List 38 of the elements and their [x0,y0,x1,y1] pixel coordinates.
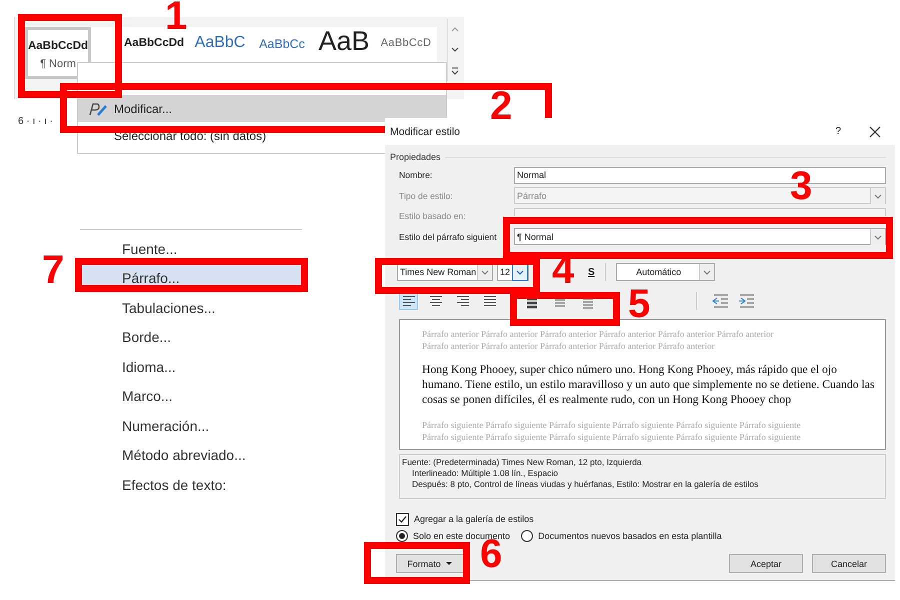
field-label: Estilo basado en: [399,211,467,222]
preview-placeholder-text: Párrafo siguiente Párrafo siguiente Párrafo siguiente Párrafo siguiente Párrafo siguiente Párrafo siguiente [422,419,802,432]
field-label: Estilo del párrafo siguient [399,232,498,242]
dropdown[interactable]: ¶ Normal [514,228,886,246]
description-line: Interlineado: Múltiple 1.08 lín., Espacio [411,468,560,479]
format-button[interactable]: Formato [396,554,464,573]
description-line: Después: 8 pto, Control de líneas viudas y huérfanas, Estilo: Mostrar en la galería de estilos [411,479,760,490]
menu-item[interactable]: Efectos de texto: [80,470,302,500]
radio-label: Documentos nuevos basados en esta plantilla [538,531,722,541]
style-preview[interactable]: AaBbCcDd ¶ Norm [25,27,91,79]
field-label: Nombre: [399,170,434,180]
ok-button[interactable]: Aceptar [729,554,803,573]
preview-placeholder-text: Párrafo anterior Párrafo anterior Párrafo anterior Párrafo anterior Párrafo anterior Párrafo anterior [422,328,775,340]
section-title: Propiedades [390,152,441,162]
dialog-title: Modificar estilo [390,126,462,138]
menu-item[interactable]: Numeración... [80,411,302,440]
menu-item[interactable]: Fuente... [80,234,302,264]
menu-item[interactable]: Método abreviado... [80,440,302,470]
callout-number: 2 [490,86,512,126]
field-label: Tipo de estilo: [399,190,454,201]
callout-number: 5 [628,284,650,324]
description-line: Fuente: (Predeterminada) Times New Roman, 12 pto, Izquierda [402,457,643,468]
color-dropdown[interactable]: Automático [616,263,715,281]
checkbox-label: Agregar a la galería de estilos [414,514,534,524]
underline-button[interactable]: S [588,266,595,278]
preview-placeholder-text: Párrafo anterior Párrafo anterior Párrafo anterior Párrafo anterior Párrafo anterior [422,340,716,352]
menu-item[interactable]: Idioma... [80,352,302,382]
radio-label: Solo en este documento [413,531,510,541]
ruler: 6 · ı · ı · [18,116,53,127]
preview-sample-text: Hong Kong Phooey, super chico número uno. Hong Kong Phooey, más rápido que el ojo humano. Tiene estilo, un estilo maravilloso y un auto que simplemente no se detiene. Cuando las cosas se ponen difíciles, él es realmente rudo, con un Hong Kong Phooey chop [422,363,875,408]
menu-item[interactable]: Marco... [80,382,302,411]
cancel-button[interactable]: Cancelar [812,554,886,573]
help-button[interactable]: ? [835,126,841,137]
menu-item[interactable]: Modificar... [78,95,446,122]
preview-placeholder-text: Párrafo siguiente Párrafo siguiente Párrafo siguiente Párrafo siguiente Párrafo siguiente Párrafo siguiente [422,431,802,444]
menu-item[interactable]: Borde... [80,322,302,352]
callout-number: 7 [42,250,64,290]
menu-item[interactable]: Tabulaciones... [80,293,302,322]
